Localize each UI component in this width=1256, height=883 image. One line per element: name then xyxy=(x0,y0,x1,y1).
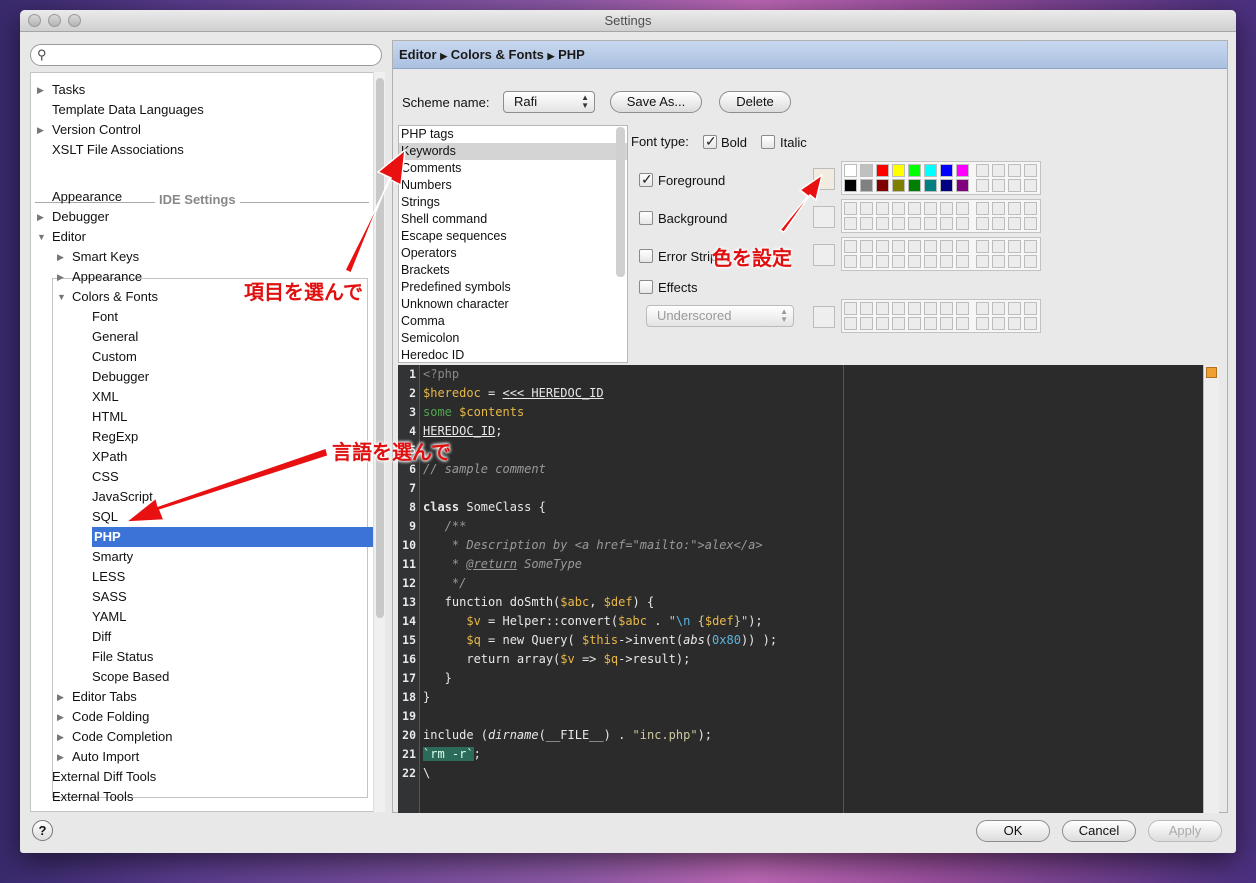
annotation-select-item: 項目を選んで xyxy=(244,282,363,304)
annotation-set-color: 色を設定 xyxy=(712,248,792,270)
arrow-to-php xyxy=(123,447,329,523)
arrow-to-keywords xyxy=(343,148,406,275)
annotation-select-language: 言語を選んで xyxy=(332,442,451,464)
annotation-arrows xyxy=(123,148,824,523)
arrow-to-swatch xyxy=(778,173,824,233)
